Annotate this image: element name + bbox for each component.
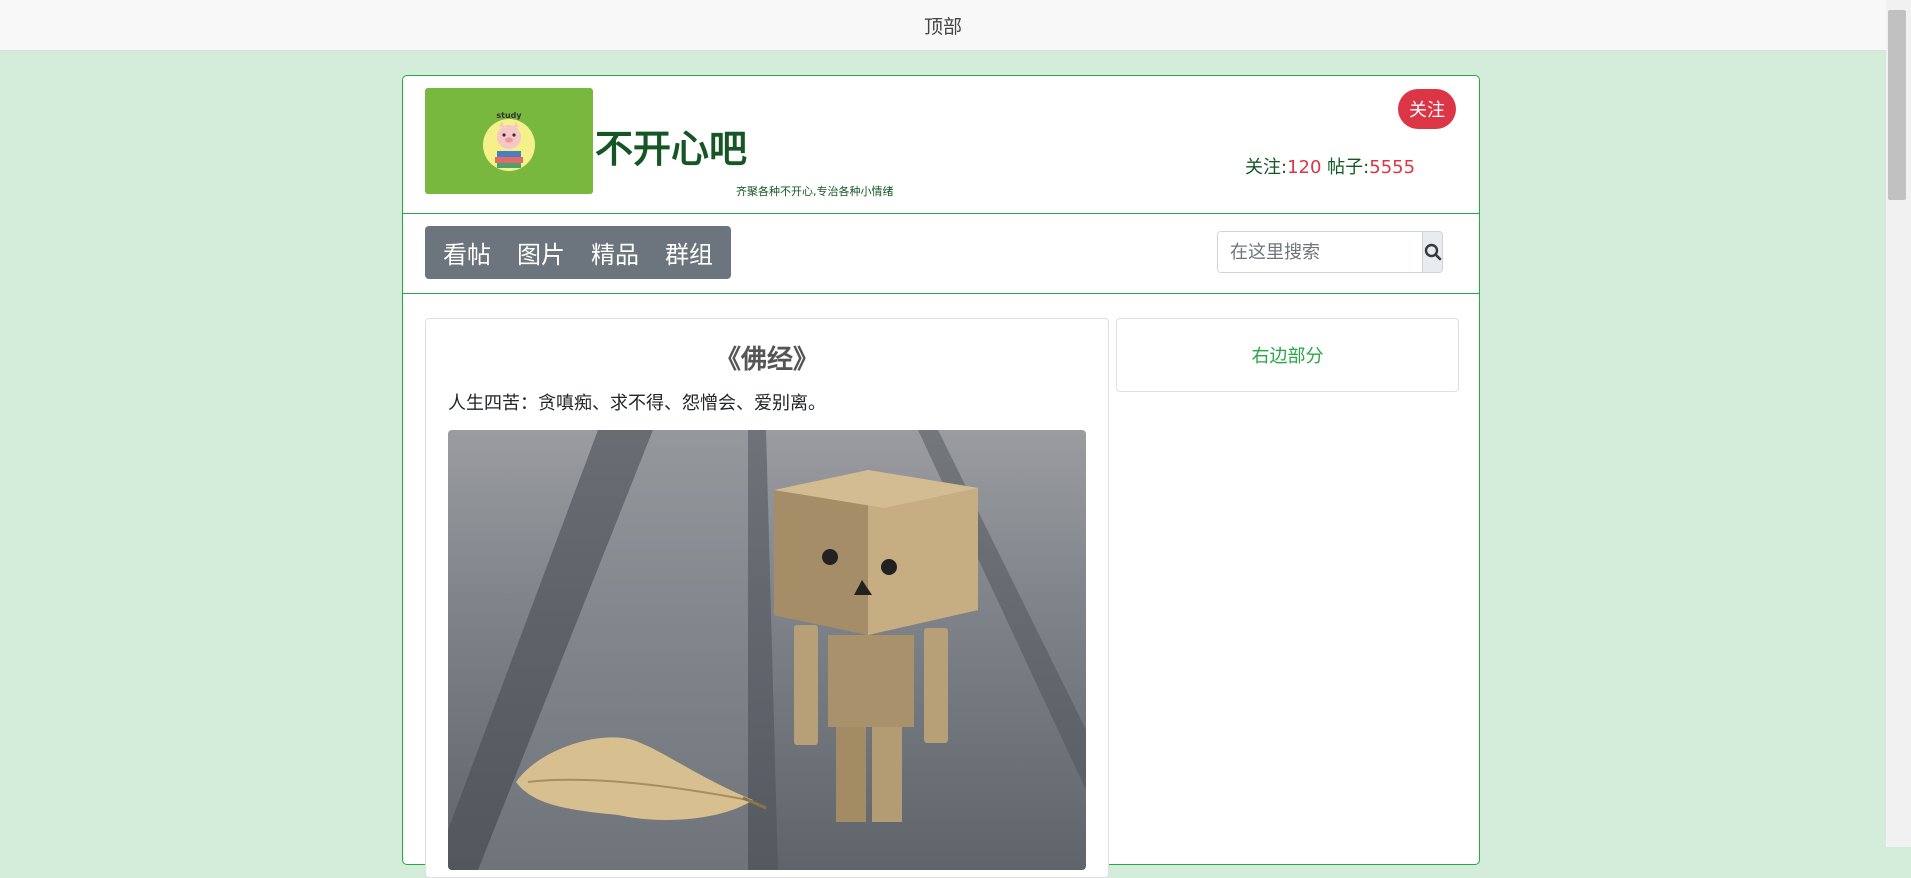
search-icon <box>1424 243 1441 261</box>
svg-text:study: study <box>496 111 522 120</box>
follow-count-label: 关注: <box>1245 157 1288 178</box>
top-bar-title: 顶部 <box>923 15 962 38</box>
top-bar: 顶部 <box>0 0 1886 51</box>
post-count: 5555 <box>1369 157 1416 178</box>
forum-logo: study <box>425 88 593 194</box>
nav-item-posts[interactable]: 看帖 <box>430 235 504 270</box>
forum-header: study 不开心吧 齐聚各种不开心,专治各种小情绪 关注 关注:120 帖子:… <box>403 76 1479 214</box>
post-card: 《佛经》 人生四苦：贪嗔痴、求不得、怨憎会、爱别离。 <box>425 318 1109 878</box>
nav-item-featured[interactable]: 精品 <box>578 235 652 270</box>
search-button[interactable] <box>1422 232 1442 272</box>
sidebar-label: 右边部分 <box>1251 346 1324 367</box>
follow-button[interactable]: 关注 <box>1398 89 1456 129</box>
forum-title: 不开心吧 <box>595 127 748 171</box>
main-nav: 看帖 图片 精品 群组 <box>425 226 731 279</box>
cardboard-robot-photo <box>448 430 1086 870</box>
post-body: 人生四苦：贪嗔痴、求不得、怨憎会、爱别离。 <box>448 393 826 414</box>
forum-container: study 不开心吧 齐聚各种不开心,专治各种小情绪 关注 关注:120 帖子:… <box>402 75 1480 878</box>
scrollbar-thumb[interactable] <box>1888 10 1906 200</box>
follow-count: 120 <box>1287 157 1322 178</box>
forum-tagline: 齐聚各种不开心,专治各种小情绪 <box>736 185 894 198</box>
nav-row: 看帖 图片 精品 群组 <box>403 213 1479 294</box>
pig-mascot-icon: study <box>483 111 535 171</box>
sidebar-card: 右边部分 <box>1116 318 1459 392</box>
nav-item-images[interactable]: 图片 <box>504 235 578 270</box>
post-title: 《佛经》 <box>714 345 819 375</box>
search-box <box>1217 231 1443 273</box>
nav-item-groups[interactable]: 群组 <box>652 235 726 270</box>
post-count-label: 帖子: <box>1327 157 1370 178</box>
search-input[interactable] <box>1218 232 1422 272</box>
post-image <box>448 430 1086 870</box>
forum-stats: 关注:120 帖子:5555 <box>1245 153 1415 179</box>
